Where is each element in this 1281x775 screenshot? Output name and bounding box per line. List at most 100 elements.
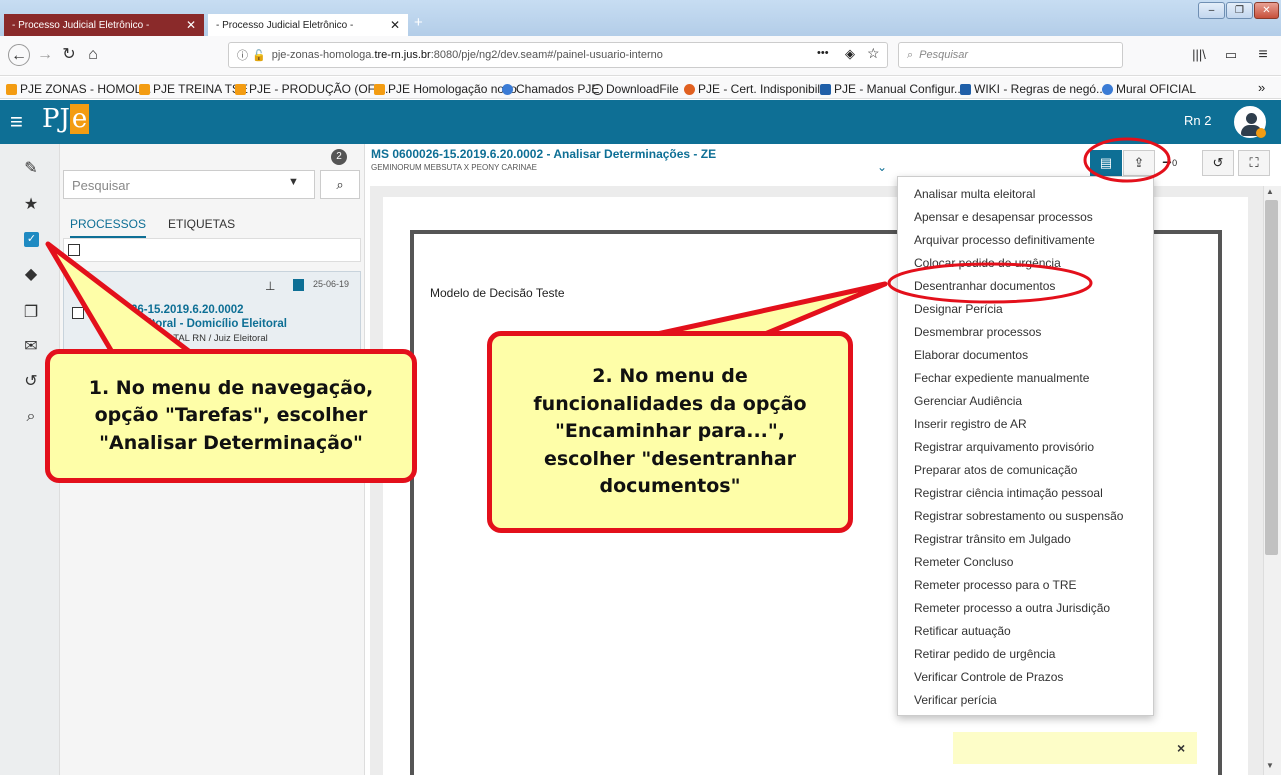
forward-to-button[interactable]: ⇪ xyxy=(1123,150,1155,176)
menu-item[interactable]: Fechar expediente manualmente xyxy=(914,371,1089,385)
menu-item-desentranhar[interactable]: Desentranhar documentos xyxy=(914,279,1055,293)
document-text: Modelo de Decisão Teste xyxy=(430,286,565,300)
globe-icon xyxy=(502,83,513,95)
new-tab-icon[interactable]: + xyxy=(414,14,423,31)
pje-icon xyxy=(6,83,17,95)
document-toggle-button[interactable]: ▤ xyxy=(1090,150,1122,176)
menu-item[interactable]: Gerenciar Audiência xyxy=(914,394,1022,408)
menu-item[interactable]: Elaborar documentos xyxy=(914,348,1028,362)
search-placeholder: Pesquisar xyxy=(919,49,969,61)
forward-icon[interactable]: → xyxy=(34,44,56,66)
pje-logo[interactable]: PJe xyxy=(42,104,90,134)
process-checkbox[interactable] xyxy=(72,307,84,319)
menu-icon[interactable]: ≡ xyxy=(1252,44,1274,66)
history-button[interactable]: ↺ xyxy=(1202,150,1234,176)
envelope-icon[interactable]: ✉ xyxy=(20,336,42,358)
menu-item[interactable]: Remeter processo para o TRE xyxy=(914,578,1077,592)
menu-item[interactable]: Retirar pedido de urgência xyxy=(914,647,1055,661)
bookmark-item[interactable]: DownloadFile xyxy=(592,82,679,96)
sidebar-icon[interactable]: ▭ xyxy=(1220,44,1242,66)
browser-search-input[interactable]: ⌕ Pesquisar xyxy=(898,42,1123,68)
menu-item[interactable]: Inserir registro de AR xyxy=(914,417,1027,431)
menu-item[interactable]: Remeter Concluso xyxy=(914,555,1013,569)
bookmark-item[interactable]: Chamados PJE xyxy=(502,82,599,96)
select-all-checkbox[interactable] xyxy=(68,244,80,256)
tab-etiquetas[interactable]: ETIQUETAS xyxy=(168,217,235,231)
process-class: Eleitoral - Domicílio Eleitoral xyxy=(131,318,287,330)
pin-icon[interactable]: ⊥ xyxy=(265,279,275,293)
bookmark-item[interactable]: PJE Homologação novo xyxy=(374,82,517,96)
pje-icon xyxy=(139,83,150,95)
info-icon[interactable]: ⓘ xyxy=(237,47,248,63)
task-title[interactable]: MS 0600026-15.2019.6.20.0002 - Analisar … xyxy=(371,147,716,161)
menu-item[interactable]: Verificar perícia xyxy=(914,693,997,707)
bookmark-item[interactable]: Mural OFICIAL xyxy=(1102,82,1196,96)
close-icon[interactable]: × xyxy=(1177,740,1185,756)
bookmark-item[interactable]: PJE - PRODUÇÃO (OFI... xyxy=(235,82,388,96)
document-icon: ▤ xyxy=(1099,155,1113,170)
bookmark-item[interactable]: PJE TREINA TSE xyxy=(139,82,248,96)
tags-icon[interactable]: ◆ xyxy=(20,264,42,286)
caret-down-icon[interactable]: ▼ xyxy=(288,176,299,188)
pencil-icon[interactable]: ✎ xyxy=(20,158,42,180)
process-number[interactable]: 26-15.2019.6.20.0002 xyxy=(131,304,244,316)
menu-item[interactable]: Retificar autuação xyxy=(914,624,1011,638)
process-search-input[interactable]: Pesquisar xyxy=(63,170,315,199)
copy-icon[interactable]: ❐ xyxy=(20,302,42,324)
window-close-button[interactable]: ✕ xyxy=(1254,2,1279,19)
tab-processos[interactable]: PROCESSOS xyxy=(70,217,147,238)
cnj-icon xyxy=(960,83,971,95)
browser-tab-2[interactable]: - Processo Judicial Eletrônico - ✕ xyxy=(208,14,408,36)
menu-item[interactable]: Registrar trânsito em Julgado xyxy=(914,532,1071,546)
chevron-down-icon[interactable]: ⌄ xyxy=(877,160,887,174)
menu-item[interactable]: Registrar sobrestamento ou suspensão xyxy=(914,509,1123,523)
bookmark-item[interactable]: WIKI - Regras de negó... xyxy=(960,82,1106,96)
menu-item[interactable]: Remeter processo a outra Jurisdição xyxy=(914,601,1110,615)
cnj-icon xyxy=(820,83,831,95)
fullscreen-button[interactable]: ⛶ xyxy=(1238,150,1270,176)
menu-item[interactable]: Arquivar processo definitivamente xyxy=(914,233,1095,247)
close-icon[interactable]: ✕ xyxy=(390,18,400,32)
bookmark-item[interactable]: PJE ZONAS - HOMOL... xyxy=(6,82,151,96)
search-icon[interactable]: ⌕ xyxy=(20,406,42,428)
menu-item[interactable]: Registrar arquivamento provisório xyxy=(914,440,1094,454)
library-icon[interactable]: |||\ xyxy=(1188,44,1210,66)
tasks-checkbox-icon[interactable]: ✓ xyxy=(24,232,39,247)
insecure-lock-icon: 🔓 xyxy=(252,49,266,62)
menu-item[interactable]: Colocar pedido de urgência xyxy=(914,256,1061,270)
search-button[interactable]: ⌕ xyxy=(320,170,360,199)
menu-item[interactable]: Verificar Controle de Prazos xyxy=(914,670,1063,684)
bookmark-item[interactable]: PJE - Cert. Indisponibil... xyxy=(684,82,830,96)
notification-bar xyxy=(953,732,1197,764)
bookmark-item[interactable]: PJE - Manual Configur... xyxy=(820,82,964,96)
scroll-down-icon[interactable]: ▼ xyxy=(1266,761,1274,770)
url-bar[interactable]: ⓘ 🔓 pje-zonas-homologa. tre-rn.jus.br:808… xyxy=(228,42,888,68)
menu-item[interactable]: Desmembrar processos xyxy=(914,325,1041,339)
menu-item[interactable]: Apensar e desapensar processos xyxy=(914,210,1093,224)
bookmark-star-icon[interactable]: ☆ xyxy=(867,45,880,62)
user-avatar[interactable] xyxy=(1234,106,1266,138)
menu-item[interactable]: Registrar ciência intimação pessoal xyxy=(914,486,1103,500)
minimize-button[interactable]: – xyxy=(1198,2,1225,19)
pje-icon xyxy=(374,83,385,95)
menu-item[interactable]: Designar Perícia xyxy=(914,302,1003,316)
transitions-button[interactable]: ➜0 xyxy=(1162,155,1177,169)
star-icon[interactable]: ★ xyxy=(20,194,42,216)
history-icon[interactable]: ↺ xyxy=(20,371,42,393)
bookmarks-overflow-icon[interactable]: » xyxy=(1258,80,1265,95)
pocket-icon[interactable]: ◈ xyxy=(845,46,855,62)
hamburger-menu-icon[interactable]: ≡ xyxy=(10,109,23,135)
back-icon[interactable]: ← xyxy=(8,44,30,66)
reload-icon[interactable]: ↻ xyxy=(58,44,80,66)
user-name[interactable]: Rn 2 xyxy=(1184,113,1211,128)
browser-tab-1[interactable]: - Processo Judicial Eletrônico - ✕ xyxy=(4,14,204,36)
close-icon[interactable]: ✕ xyxy=(186,18,196,32)
menu-item[interactable]: Preparar atos de comunicação xyxy=(914,463,1077,477)
scrollbar-thumb[interactable] xyxy=(1265,200,1278,555)
maximize-button[interactable]: ❐ xyxy=(1226,2,1253,19)
scroll-up-icon[interactable]: ▲ xyxy=(1266,187,1274,196)
process-date: 25-06-19 xyxy=(313,279,350,289)
page-actions-icon[interactable]: ••• xyxy=(817,47,829,59)
home-icon[interactable]: ⌂ xyxy=(82,44,104,66)
menu-item[interactable]: Analisar multa eleitoral xyxy=(914,187,1035,201)
